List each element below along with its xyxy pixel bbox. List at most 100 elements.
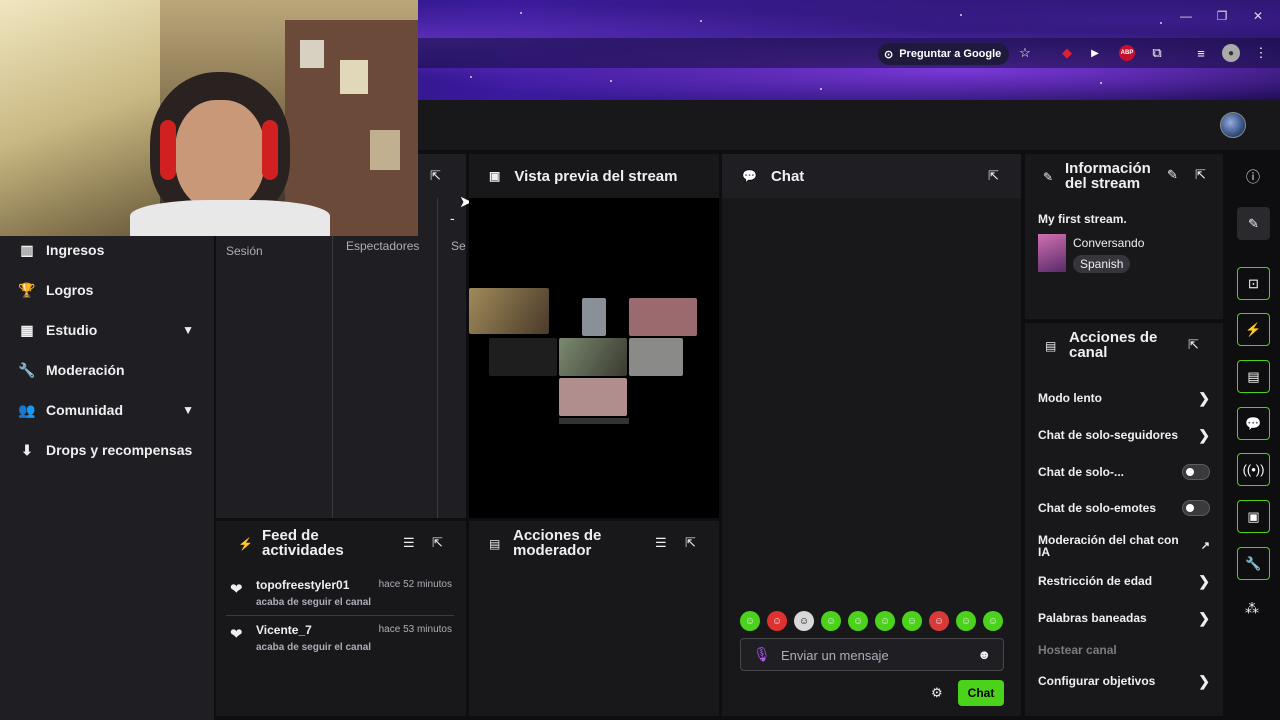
bolt-icon[interactable]: ⚡ (1237, 313, 1270, 346)
chat-input[interactable]: 🎙 Enviar un mensaje ☻ (740, 638, 1004, 671)
popout-icon[interactable]: ⇱ (1188, 337, 1199, 353)
action-label: Hostear canal (1038, 643, 1117, 657)
media-control-icon[interactable]: ≡ (1192, 44, 1210, 62)
meeting-toolbar (559, 418, 629, 424)
action-solo-emotes: Chat de solo-emotes (1038, 500, 1210, 516)
action-label: Palabras baneadas (1038, 611, 1147, 625)
chevron-right-icon: ❯ (1198, 572, 1210, 589)
action-banned-words[interactable]: Palabras baneadas ❯ (1038, 610, 1210, 626)
profile-icon[interactable]: ● (1222, 44, 1240, 62)
channel-actions-icon: ▤ (1045, 339, 1057, 353)
raid-icon[interactable]: ▣ (1237, 500, 1270, 533)
channel-actions-title: Acciones de canal (1069, 329, 1158, 361)
bookmark-star-icon[interactable]: ☆ (1016, 44, 1034, 62)
filter-icon[interactable]: ☰ (403, 535, 415, 551)
emote-icon[interactable]: ☺ (821, 611, 841, 631)
column-divider (332, 198, 333, 518)
emote-icon[interactable]: ☺ (956, 611, 976, 631)
chat-rail-icon[interactable]: 💬 (1237, 407, 1270, 440)
heart-icon: ❤ (230, 626, 243, 643)
edit-pencil-icon[interactable]: ✎ (1167, 167, 1178, 183)
info-title: Información del stream (1065, 160, 1151, 192)
ask-google-button[interactable]: ⊙ Preguntar a Google (878, 43, 1010, 65)
action-ai-moderation[interactable]: Moderación del chat con IA ↗ (1038, 533, 1210, 559)
feed-title: Feed de actividades (262, 527, 344, 559)
chat-title: Chat (770, 167, 805, 185)
chat-bubble-icon: 💬 (742, 169, 757, 183)
info-icon-small: ✎ (1043, 170, 1054, 184)
play-extension-icon[interactable]: ▶ (1086, 44, 1104, 62)
nav-item-drops[interactable]: ⬇ Drops y recompensas (0, 432, 214, 468)
emote-icon[interactable]: ☺ (875, 611, 895, 631)
mod-actions-icon: ▤ (489, 537, 501, 551)
column-divider (437, 198, 438, 518)
extension-red-icon[interactable]: ◆ (1058, 44, 1076, 62)
broadcast-icon[interactable]: ((•)) (1237, 453, 1270, 486)
restore-icon[interactable]: ❐ (1212, 8, 1232, 24)
feed-username[interactable]: topofreestyler01 (256, 578, 349, 592)
user-avatar[interactable] (1220, 112, 1246, 138)
action-age-restriction[interactable]: Restricción de edad ❯ (1038, 573, 1210, 589)
adblock-icon[interactable]: ABP (1119, 45, 1135, 61)
microphone-icon[interactable]: 🎙 (753, 646, 771, 663)
language-tag[interactable]: Spanish (1073, 255, 1131, 273)
action-solo-seguidores[interactable]: Chat de solo-seguidores ❯ (1038, 427, 1210, 443)
emote-icon[interactable]: ☺ (794, 611, 814, 631)
notes-icon[interactable]: ▤ (1237, 360, 1270, 393)
clip-icon[interactable]: ⊡ (1237, 267, 1270, 300)
chevron-right-icon: ❯ (1198, 389, 1210, 406)
edit-rail-icon[interactable]: ✎ (1237, 207, 1270, 240)
emote-icon[interactable]: ☺ (902, 611, 922, 631)
headphone-left (160, 120, 176, 180)
stream-info-panel: ✎ Información del stream ✎ ⇱ My first st… (1025, 154, 1223, 319)
nav-label: Ingresos (46, 242, 105, 258)
emote-icon[interactable]: ☺ (848, 611, 868, 631)
filter-icon[interactable]: ☰ (655, 535, 667, 551)
nav-item-logros[interactable]: 🏆 Logros (0, 272, 214, 308)
viewers-label-text: Espectadores (346, 239, 420, 253)
webcam-overlay (0, 0, 418, 236)
category-name[interactable]: Conversando (1073, 236, 1144, 250)
stat-label-session: Sesión (226, 244, 263, 258)
action-configure-goals[interactable]: Configurar objetivos ❯ (1038, 673, 1210, 689)
ask-google-label: Preguntar a Google (899, 48, 1002, 60)
action-modo-lento[interactable]: Modo lento ❯ (1038, 390, 1210, 406)
emote-icon[interactable]: ☺ (767, 611, 787, 631)
revenue-icon: ▥ (20, 241, 34, 258)
extensions-puzzle-icon[interactable]: ⧉ (1148, 44, 1166, 62)
popout-icon[interactable]: ⇱ (432, 535, 443, 551)
nav-item-moderacion[interactable]: 🔧 Moderación (0, 352, 214, 388)
nav-item-ingresos[interactable]: ▥ Ingresos (0, 232, 214, 268)
poster (370, 130, 400, 170)
popout-icon[interactable]: ⇱ (988, 168, 999, 184)
headphone-right (262, 120, 278, 180)
wrench-rail-icon[interactable]: 🔧 (1237, 547, 1270, 580)
nav-item-comunidad[interactable]: 👥 Comunidad ▼ (0, 392, 214, 428)
toggle-switch[interactable] (1182, 464, 1210, 480)
emote-icon[interactable]: ☺ (929, 611, 949, 631)
menu-kebab-icon[interactable]: ⋮ (1252, 44, 1270, 62)
category-boxart (1038, 234, 1066, 272)
emote-icon[interactable]: ☺ (983, 611, 1003, 631)
minimize-icon[interactable]: — (1176, 8, 1196, 24)
moderator-actions-panel: ▤ Acciones de moderador ☰ ⇱ (469, 521, 719, 716)
studio-icon: ▦ (20, 321, 34, 338)
popout-icon[interactable]: ⇱ (430, 168, 441, 184)
close-icon[interactable]: ✕ (1248, 8, 1268, 24)
toggle-switch[interactable] (1182, 500, 1210, 516)
nav-item-estudio[interactable]: ▦ Estudio ▼ (0, 312, 214, 348)
emote-picker-icon[interactable]: ☻ (977, 647, 991, 662)
preview-title: Vista previa del stream (514, 167, 678, 185)
chat-settings-gear-icon[interactable]: ⚙ (931, 685, 943, 701)
add-action-icon[interactable]: ⁂ (1245, 600, 1259, 617)
chevron-right-icon: ❯ (1198, 609, 1210, 626)
nav-label: Comunidad (46, 402, 123, 418)
activity-feed-panel: ⚡ Feed de actividades ☰ ⇱ (216, 521, 466, 716)
emote-icon[interactable]: ☺ (740, 611, 760, 631)
stream-title-text: My first stream. (1038, 212, 1127, 226)
popout-icon[interactable]: ⇱ (685, 535, 696, 551)
popout-icon[interactable]: ⇱ (1195, 167, 1206, 183)
feed-username[interactable]: Vicente_7 (256, 623, 312, 637)
chat-send-button[interactable]: Chat (958, 680, 1004, 706)
info-icon[interactable]: ⓘ (1246, 167, 1260, 187)
